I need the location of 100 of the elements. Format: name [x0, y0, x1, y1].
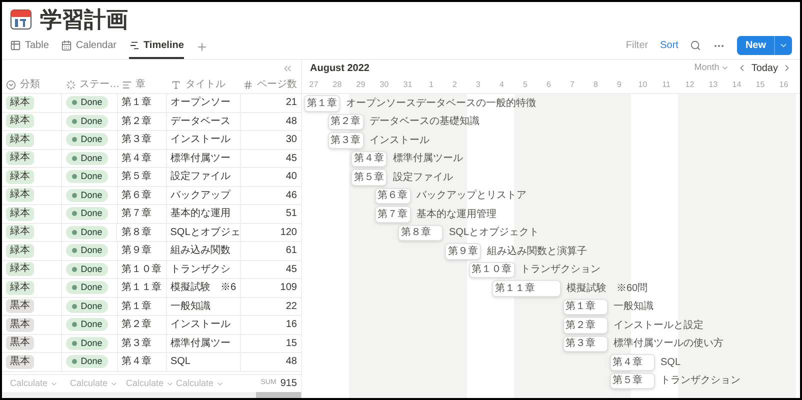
- title-cell[interactable]: SQL: [170, 354, 190, 370]
- timeline-bar[interactable]: 第１０章: [468, 262, 514, 278]
- table-cell-text: 第２章: [122, 114, 152, 129]
- title-cell[interactable]: 標準付属ツー: [170, 150, 230, 166]
- title-cell[interactable]: 模擬試験 ※6: [170, 280, 236, 296]
- table-cell-text: 第１１章: [122, 280, 162, 296]
- status-tag: Done: [66, 188, 108, 202]
- collapse-icon[interactable]: [282, 62, 293, 74]
- category-tag: 緑本: [6, 262, 34, 276]
- sort-button[interactable]: Sort: [660, 38, 678, 53]
- day-label: 30: [380, 78, 389, 90]
- title-cell[interactable]: 標準付属ツー: [170, 336, 230, 351]
- table-cell-text: 第９章: [122, 244, 152, 258]
- timeline-bar[interactable]: 第８章: [398, 224, 443, 241]
- status-tag: Done: [66, 318, 108, 332]
- status-tag: Done: [66, 244, 108, 258]
- table-cell-text: 45: [286, 152, 297, 166]
- title-cell[interactable]: インストール: [170, 317, 230, 332]
- title-cell[interactable]: インストール: [170, 132, 230, 148]
- bar-title: 組み込み関数と演算子: [487, 244, 587, 259]
- column-header[interactable]: 章: [136, 77, 146, 92]
- column-type-icon: [122, 80, 132, 90]
- timeline-bar[interactable]: 第４章: [351, 150, 387, 167]
- add-view-icon[interactable]: [196, 41, 208, 53]
- timeline-bar[interactable]: 第２章: [562, 317, 608, 334]
- timeline-bar[interactable]: 第４章: [610, 354, 654, 370]
- title-cell[interactable]: SQLとオブジェ: [170, 224, 240, 240]
- title-cell[interactable]: 一般知識: [170, 298, 210, 314]
- timeline-bar[interactable]: 第３章: [328, 132, 364, 148]
- table-cell-text: 48: [286, 355, 297, 370]
- timeline-bar[interactable]: 第１章: [562, 298, 608, 315]
- status-tag: Done: [66, 133, 108, 146]
- column-header[interactable]: 分類: [20, 77, 40, 92]
- view-tab[interactable]: Calendar: [60, 38, 116, 59]
- day-label: 16: [779, 78, 788, 90]
- timeline-bar[interactable]: 第９章: [445, 243, 481, 260]
- timeline-bar[interactable]: 第７章: [374, 206, 410, 222]
- category-tag: 緑本: [6, 280, 34, 295]
- timeline-bar[interactable]: 第３章: [562, 336, 608, 352]
- day-label: 1: [429, 78, 434, 90]
- scrollbar-thumb[interactable]: [256, 392, 301, 398]
- day-label: 2: [452, 78, 457, 90]
- timeline-bar[interactable]: 第５章: [610, 372, 654, 389]
- column-header[interactable]: ページ数: [257, 77, 297, 92]
- category-tag: 緑本: [6, 96, 34, 110]
- day-label: 8: [594, 78, 598, 90]
- title-cell[interactable]: 組み込み関数: [170, 243, 230, 258]
- category-tag: 黒本: [6, 354, 34, 369]
- day-label: 14: [732, 78, 742, 90]
- category-tag: 黒本: [6, 299, 34, 314]
- category-tag: 緑本: [6, 132, 34, 147]
- bar-title: 標準付属ツールの使い方: [614, 336, 724, 352]
- column-header[interactable]: タイトル: [185, 77, 226, 92]
- table-cell-text: 第３章: [122, 336, 152, 351]
- column-header[interactable]: ステー…: [80, 77, 120, 92]
- chevron-down-icon[interactable]: [779, 41, 788, 50]
- search-icon[interactable]: [690, 40, 702, 51]
- new-button[interactable]: New: [737, 36, 792, 55]
- title-cell[interactable]: データベース: [170, 114, 230, 129]
- bar-title: 模擬試験 ※60問: [566, 282, 648, 296]
- bar-title: トランザクション: [520, 263, 600, 278]
- table-cell-text: 第８章: [121, 226, 152, 240]
- bar-title: トランザクション: [660, 374, 740, 388]
- table-cell-text: 120: [280, 226, 297, 240]
- month-label: August 2022: [310, 62, 370, 76]
- timeline-bar[interactable]: 第５章: [351, 169, 387, 186]
- status-tag: Done: [66, 262, 108, 276]
- day-label: 6: [546, 78, 551, 90]
- sum-value: 915: [280, 377, 297, 391]
- timeline-bar[interactable]: 第１章: [304, 95, 340, 112]
- status-tag: Done: [66, 336, 108, 350]
- timeline-bar[interactable]: 第２章: [328, 114, 364, 130]
- timeline-bar[interactable]: 第６章: [374, 188, 410, 204]
- category-tag: 緑本: [6, 170, 34, 184]
- table-cell-text: 第６章: [122, 188, 152, 203]
- status-tag: Done: [66, 96, 108, 110]
- table-cell-text: 30: [286, 133, 297, 148]
- today-button[interactable]: Today: [751, 60, 778, 76]
- view-tab[interactable]: Table: [10, 38, 49, 59]
- page-title: 学習計画: [40, 6, 128, 34]
- status-tag: Done: [66, 281, 108, 294]
- status-tag: Done: [66, 114, 108, 128]
- timeline-bar[interactable]: 第１１章: [492, 280, 560, 296]
- bar-title: SQL: [660, 356, 681, 370]
- status-tag: Done: [66, 152, 108, 165]
- status-tag: Done: [66, 355, 108, 368]
- title-cell[interactable]: オープンソー: [170, 95, 230, 110]
- title-cell[interactable]: バックアップ: [170, 188, 230, 203]
- table-cell-text: 第３章: [122, 132, 152, 148]
- day-label: 29: [356, 78, 366, 90]
- calendar-icon: [10, 8, 32, 30]
- bar-title: インストールと設定: [614, 318, 704, 333]
- title-cell[interactable]: 基本的な運用: [170, 206, 230, 222]
- day-label: 7: [570, 78, 574, 90]
- bar-title: 基本的な運用管理: [416, 208, 496, 222]
- title-cell[interactable]: 設定ファイル: [170, 169, 230, 184]
- table-cell-text: 109: [280, 281, 297, 296]
- day-label: 9: [617, 78, 622, 90]
- view-tab[interactable]: Timeline: [128, 38, 184, 59]
- title-cell[interactable]: トランザクシ: [170, 262, 230, 277]
